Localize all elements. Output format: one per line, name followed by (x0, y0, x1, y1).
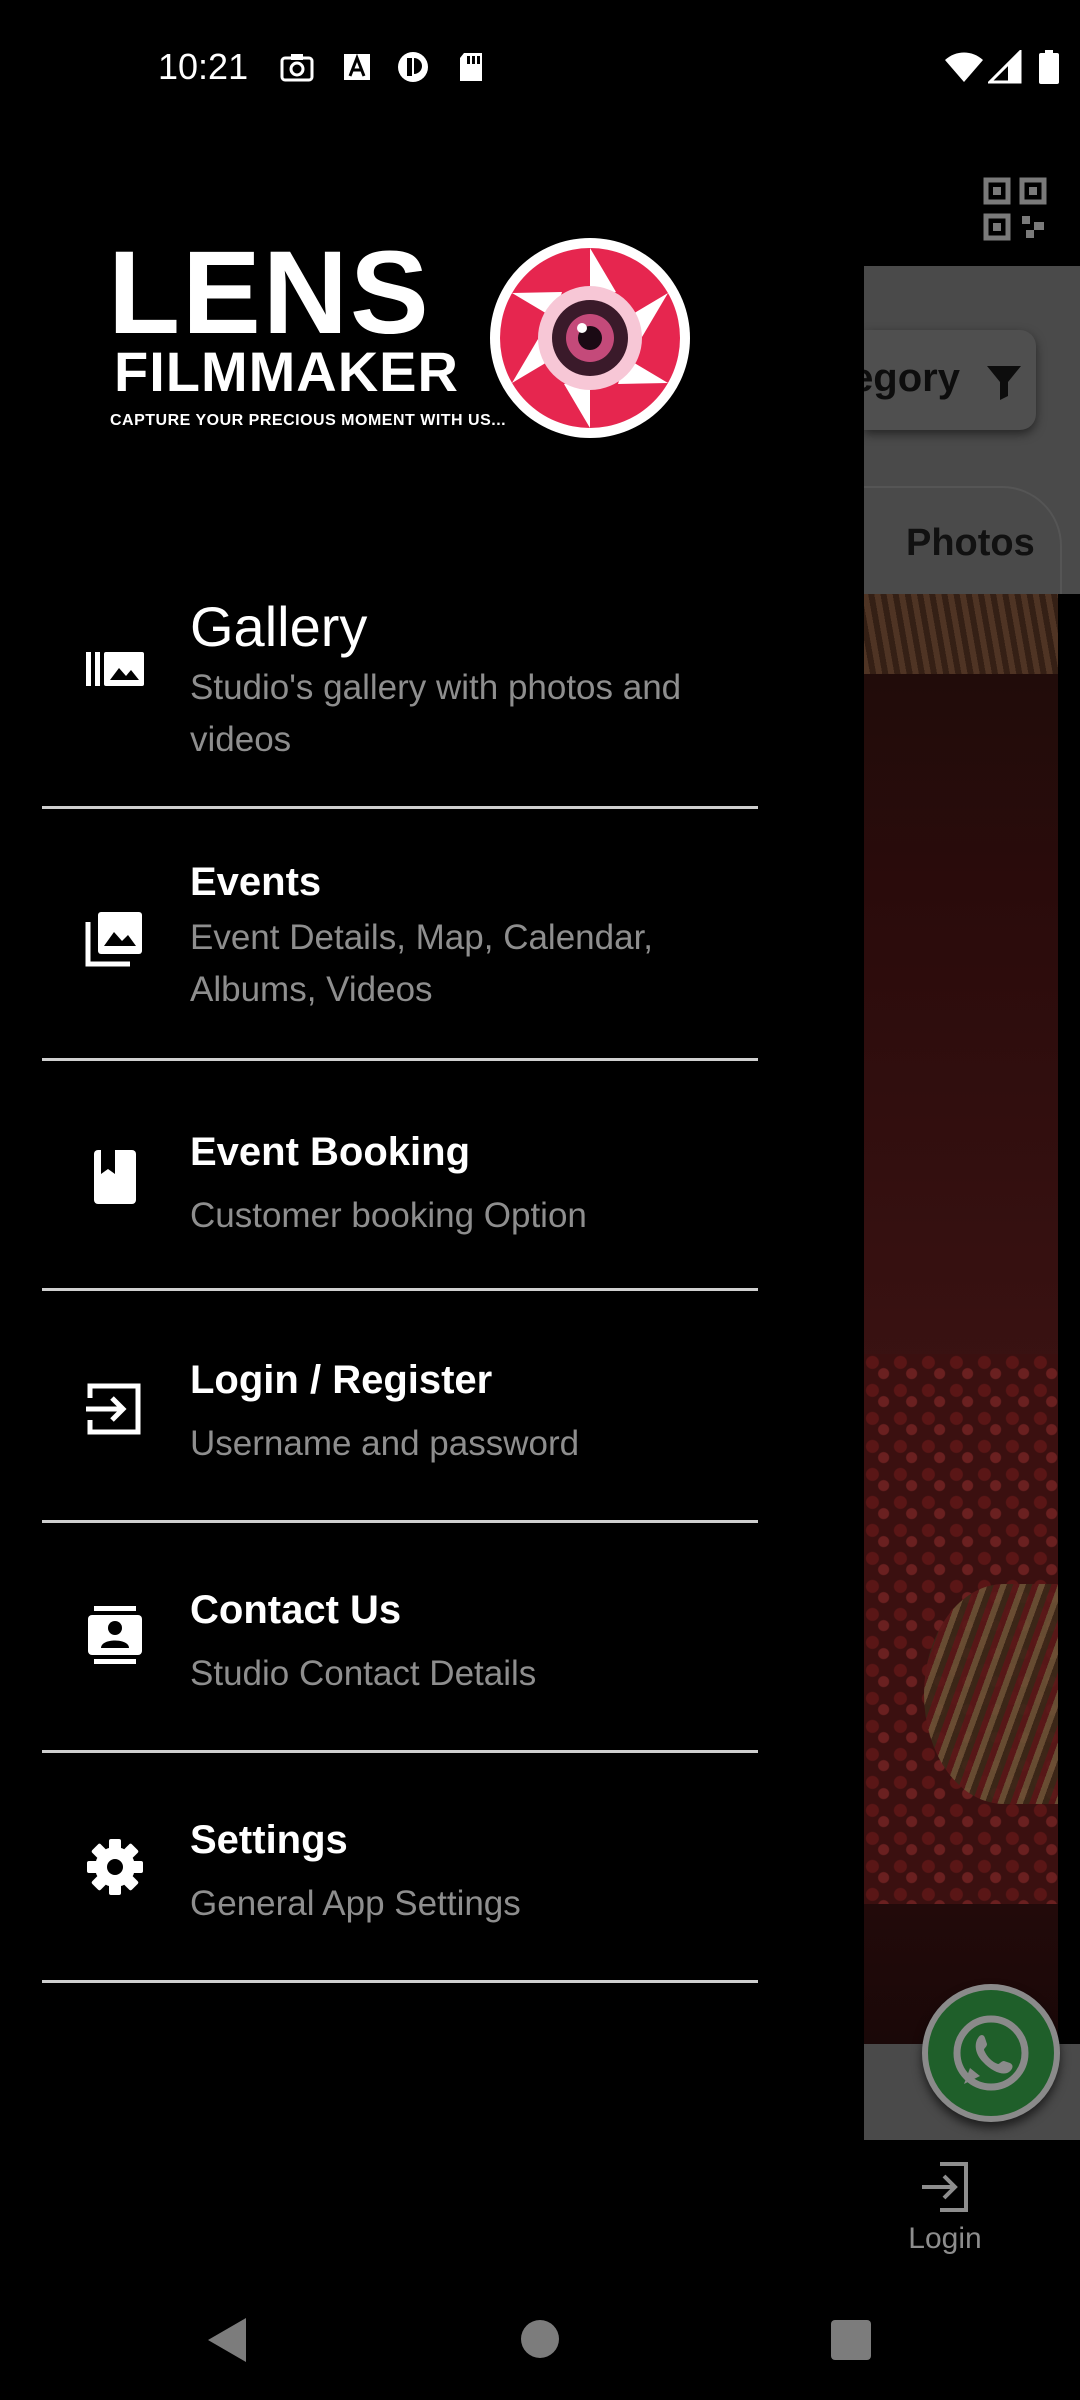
recents-icon[interactable] (831, 2320, 871, 2360)
tab-photos-label: Photos (906, 522, 1035, 564)
menu-item-events[interactable]: Events Event Details, Map, Calendar, Alb… (0, 808, 864, 1061)
wifi-icon (945, 52, 983, 82)
gallery-icon (86, 652, 144, 686)
contacts-icon (88, 1606, 142, 1664)
menu-item-event-booking[interactable]: Event Booking Customer booking Option (0, 1060, 864, 1291)
font-a-icon (344, 53, 370, 80)
menu-title: Contact Us (190, 1588, 402, 1632)
menu-title: Event Booking (190, 1130, 471, 1174)
photo-library-icon (85, 912, 142, 967)
menu-item-login-register[interactable]: Login / Register Username and password (0, 1290, 864, 1523)
system-nav-bar (0, 2280, 1080, 2400)
menu-item-gallery[interactable]: Gallery Studio's gallery with photos and… (0, 574, 864, 809)
status-time: 10:21 (158, 46, 249, 87)
login-icon (922, 2162, 968, 2212)
data-saver-icon (398, 52, 428, 82)
gear-icon (87, 1839, 143, 1895)
camera-lens-icon (490, 238, 690, 438)
menu-subtitle: General App Settings (190, 1884, 521, 1923)
back-icon[interactable] (206, 2316, 250, 2364)
menu-item-settings[interactable]: Settings General App Settings (0, 1752, 864, 1984)
category-chip-label: egory (864, 356, 960, 400)
menu-title: Settings (190, 1818, 348, 1862)
bottom-nav-login[interactable]: Login (890, 2160, 1000, 2256)
gallery-photo[interactable] (864, 594, 1058, 2044)
login-icon (86, 1383, 141, 1435)
camera-icon (280, 54, 314, 82)
app-logo: LENS FILMMAKER CAPTURE YOUR PRECIOUS MOM… (108, 234, 698, 444)
bottom-nav-login-label: Login (908, 2222, 982, 2255)
qr-code-icon[interactable] (982, 176, 1048, 242)
divider (42, 1980, 758, 1983)
home-icon[interactable] (521, 2320, 559, 2358)
filter-icon (987, 366, 1021, 400)
menu-subtitle: Customer booking Option (190, 1196, 587, 1235)
navigation-drawer: LENS FILMMAKER CAPTURE YOUR PRECIOUS MOM… (0, 0, 864, 2400)
menu-item-contact-us[interactable]: Contact Us Studio Contact Details (0, 1522, 864, 1753)
logo-title: LENS (108, 227, 431, 359)
book-icon (94, 1150, 136, 1204)
menu-title: Login / Register (190, 1358, 493, 1402)
menu-subtitle: Username and password (190, 1424, 580, 1463)
status-bar: 10:21 (0, 0, 1080, 136)
logo-subtitle: FILMMAKER (114, 340, 459, 403)
sd-card-icon (460, 53, 482, 81)
menu-subtitle: Event Details, Map, Calendar, Albums, Vi… (190, 918, 654, 1009)
signal-icon (988, 50, 1022, 84)
photo-detail (864, 594, 1058, 674)
category-filter-chip[interactable]: egory (864, 330, 1036, 430)
whatsapp-icon (953, 2015, 1029, 2091)
menu-subtitle: Studio Contact Details (190, 1654, 537, 1693)
logo-tagline: CAPTURE YOUR PRECIOUS MOMENT WITH US... (110, 412, 507, 429)
menu-subtitle: Studio's gallery with photos and videos (190, 668, 682, 759)
menu-title: Gallery (190, 595, 368, 658)
tab-photos[interactable]: Photos (864, 486, 1062, 594)
battery-icon (1039, 50, 1059, 84)
drawer-menu: Gallery Studio's gallery with photos and… (0, 574, 864, 1984)
whatsapp-button[interactable] (922, 1984, 1060, 2122)
menu-title: Events (190, 860, 322, 904)
